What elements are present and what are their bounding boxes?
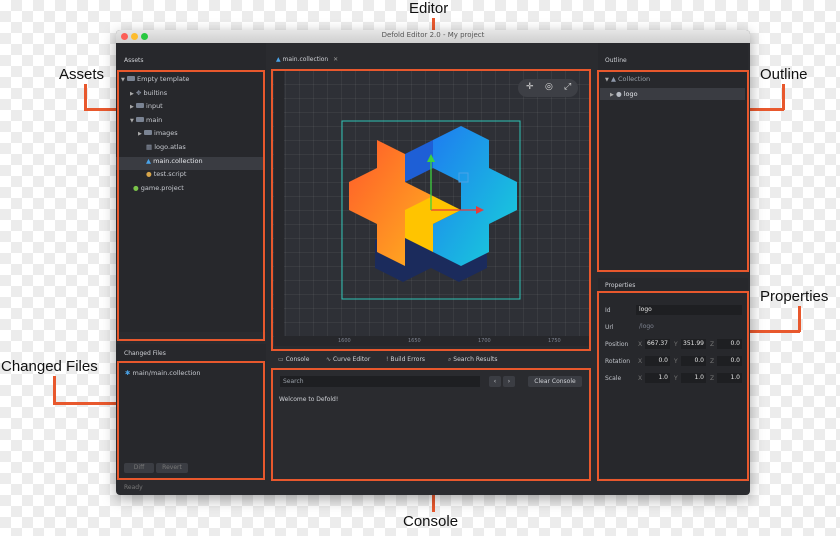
console-icon: ▭ (278, 356, 284, 363)
tab-curve-editor[interactable]: ∿ Curve Editor (326, 356, 370, 363)
console-tabs: ▭ Console ∿ Curve Editor ! Build Errors … (276, 356, 586, 366)
highlight-editor (271, 69, 591, 351)
outline-header: Outline (605, 57, 627, 64)
tab-search-results[interactable]: ⌕ Search Results (448, 356, 497, 364)
callout-line (84, 108, 118, 111)
properties-header: Properties (605, 282, 636, 289)
callout-line (782, 84, 785, 110)
callout-line (748, 108, 784, 111)
callout-properties: Properties (760, 288, 829, 305)
close-tab-icon[interactable]: ✕ (333, 56, 338, 63)
editor-tab[interactable]: ▲ main.collection ✕ (276, 56, 338, 63)
callout-line (84, 84, 87, 110)
changed-files-header: Changed Files (124, 350, 166, 357)
window-title: Defold Editor 2.0 - My project (381, 31, 485, 39)
search-icon: ⌕ (448, 356, 452, 363)
callout-console: Console (403, 513, 459, 530)
highlight-properties (597, 291, 749, 481)
highlight-console (271, 368, 591, 481)
callout-outline: Outline (760, 66, 808, 83)
callout-line (53, 402, 118, 405)
status-bar: Ready (124, 484, 143, 491)
tab-console[interactable]: ▭ Console (278, 356, 309, 363)
tab-build-errors[interactable]: ! Build Errors (386, 356, 425, 363)
callout-line (798, 306, 801, 332)
callout-line (748, 330, 800, 333)
highlight-assets (117, 70, 265, 341)
highlight-changed-files (117, 361, 265, 480)
highlight-outline (597, 70, 749, 272)
callout-assets: Assets (59, 66, 105, 83)
callout-editor: Editor (409, 0, 449, 17)
warning-icon: ! (386, 356, 389, 363)
collection-icon: ▲ (276, 56, 281, 63)
callout-line (53, 376, 56, 404)
callout-changed-files: Changed Files (1, 358, 98, 375)
curve-icon: ∿ (326, 356, 332, 363)
title-bar: Defold Editor 2.0 - My project (116, 30, 750, 43)
assets-header: Assets (124, 57, 144, 64)
